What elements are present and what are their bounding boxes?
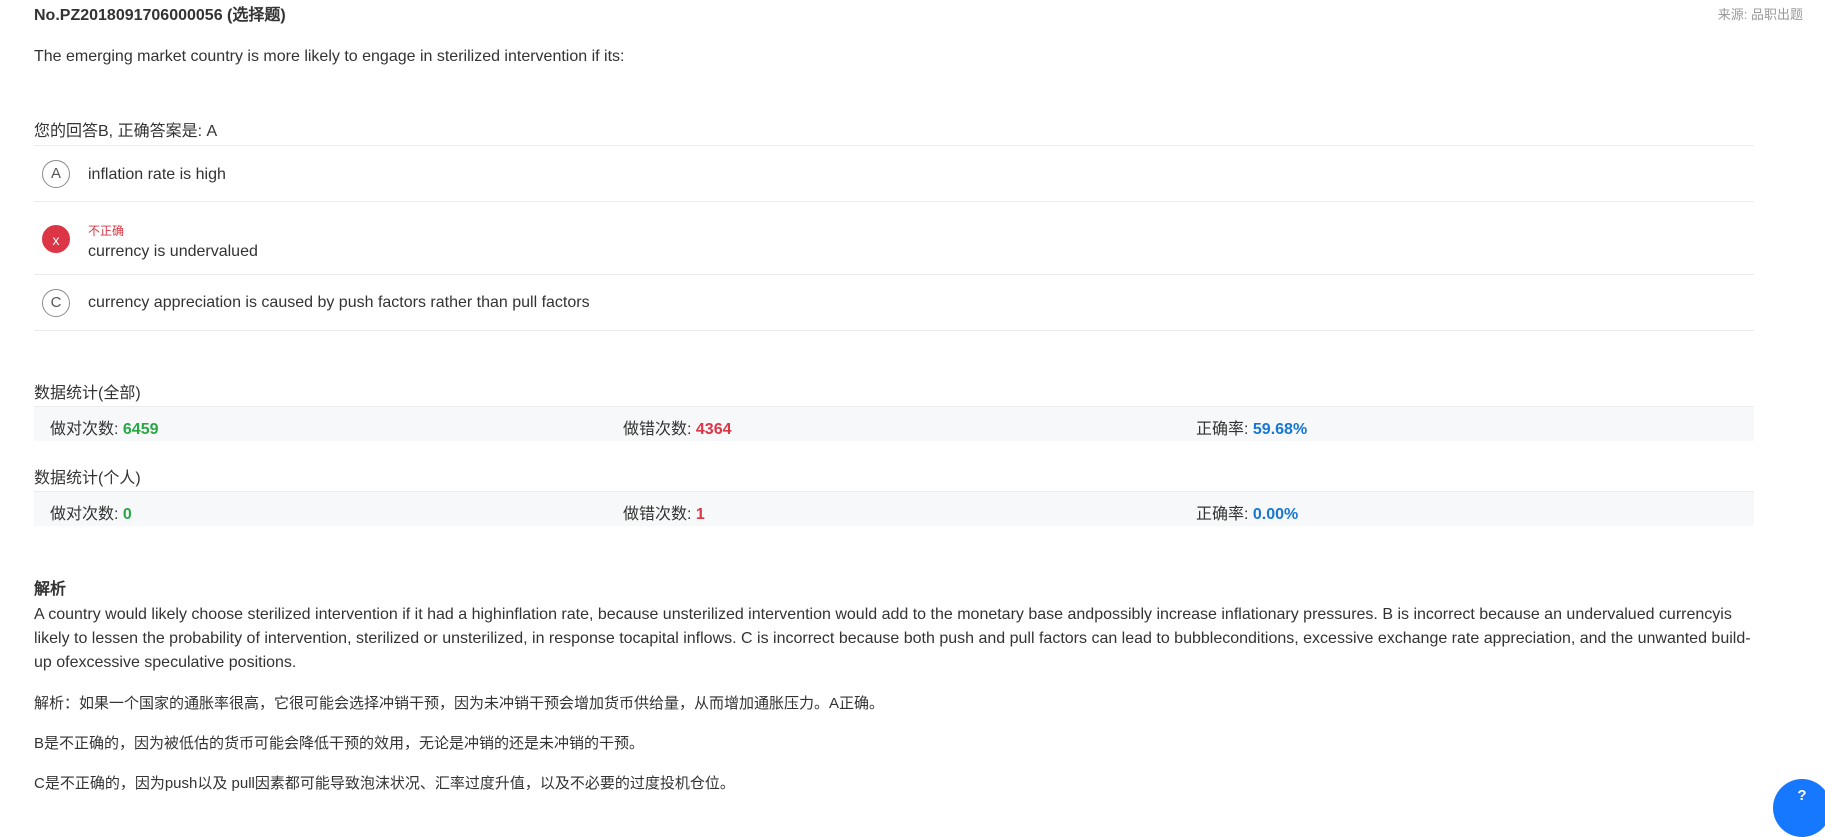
option-c-letter: C (42, 289, 70, 317)
stats-all-wrong-value: 4364 (695, 421, 732, 438)
analysis-title: 解析 (34, 581, 67, 598)
stats-all-correct: 做对次数: 6459 (50, 415, 159, 439)
help-button[interactable]: ? (1773, 779, 1825, 837)
stats-personal-correct: 做对次数: 0 (50, 500, 132, 524)
analysis-english: A country would likely choose sterilized… (34, 606, 1751, 671)
option-list: A inflation rate is high x 不正确 currency … (34, 145, 1754, 331)
stats-personal-correct-label: 做对次数: (50, 506, 123, 523)
stats-all-wrong: 做错次数: 4364 (623, 415, 732, 439)
stats-personal-rate-value: 0.00% (1252, 506, 1299, 523)
option-c-text: currency appreciation is caused by push … (88, 294, 590, 311)
stats-all-rate-label: 正确率: (1196, 421, 1253, 438)
incorrect-label: 不正确 (88, 224, 125, 238)
stats-personal-wrong: 做错次数: 1 (623, 500, 705, 524)
stats-personal-wrong-label: 做错次数: (623, 506, 696, 523)
stats-personal-title: 数据统计(个人) (34, 470, 141, 487)
option-b-text: currency is undervalued (88, 243, 258, 260)
stats-personal-wrong-value: 1 (695, 506, 705, 523)
help-icon: ? (1797, 787, 1807, 804)
question-stem: The emerging market country is more like… (34, 48, 625, 65)
stats-all-correct-value: 6459 (122, 421, 159, 438)
source-label: 来源: 品职出题 (1717, 7, 1803, 22)
stats-personal-correct-value: 0 (122, 506, 132, 523)
stats-all-correct-label: 做对次数: (50, 421, 123, 438)
question-number: No.PZ2018091706000056 (选择题) (34, 7, 286, 24)
stats-all-rate: 正确率: 59.68% (1196, 415, 1307, 439)
option-a-letter: A (42, 160, 70, 188)
option-c[interactable]: C currency appreciation is caused by pus… (34, 275, 1754, 331)
analysis-chinese-2: B是不正确的，因为被低估的货币可能会降低干预的效用，无论是冲销的还是未冲销的干预… (34, 735, 645, 752)
stats-all-rate-value: 59.68% (1252, 421, 1308, 438)
answer-summary: 您的回答B, 正确答案是: A (34, 123, 218, 140)
stats-all-title: 数据统计(全部) (34, 385, 141, 402)
stats-personal-bar: 做对次数: 0 做错次数: 1 正确率: 0.00% (34, 491, 1754, 526)
x-mark-icon: x (42, 225, 70, 253)
stats-all-wrong-label: 做错次数: (623, 421, 696, 438)
option-a[interactable]: A inflation rate is high (34, 146, 1754, 202)
stats-all-bar: 做对次数: 6459 做错次数: 4364 正确率: 59.68% (34, 406, 1754, 441)
option-b[interactable]: x 不正确 currency is undervalued (34, 202, 1754, 275)
analysis-chinese-1: 解析：如果一个国家的通胀率很高，它很可能会选择冲销干预，因为未冲销干预会增加货币… (34, 695, 885, 712)
option-a-text: inflation rate is high (88, 166, 226, 183)
analysis-chinese-3: C是不正确的，因为push以及 pull因素都可能导致泡沫状况、汇率过度升值，以… (34, 775, 735, 792)
stats-personal-rate-label: 正确率: (1196, 506, 1253, 523)
stats-personal-rate: 正确率: 0.00% (1196, 500, 1298, 524)
